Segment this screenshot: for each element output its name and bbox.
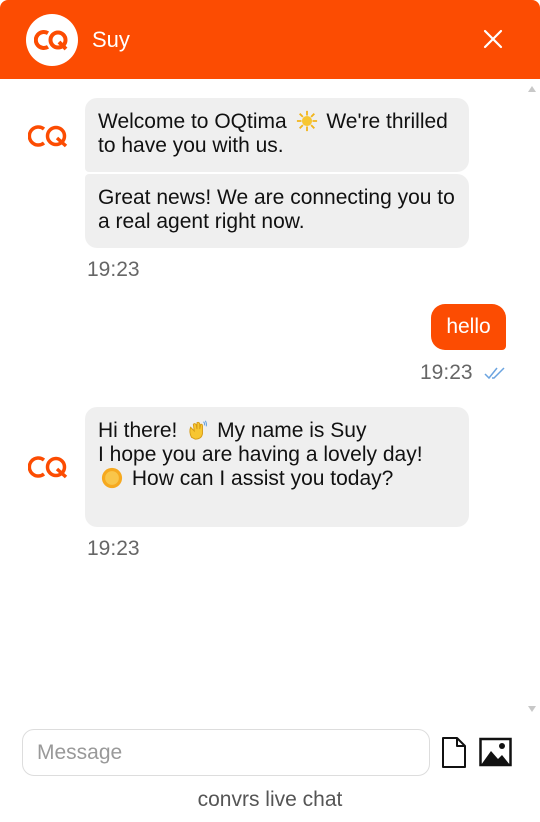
double-check-icon [484,367,505,380]
oq-logo-icon [27,456,68,479]
agent-message: Hi there! My name is Suy I hope you are … [85,407,469,527]
agent-name: Suy [92,27,130,52]
image-icon [479,737,512,767]
user-message: hello [431,304,506,350]
oq-logo-icon [27,125,68,148]
message-timestamp: 19:23 [420,361,473,384]
agent-avatar [27,124,72,148]
message-text: How can I assist you today? [131,467,394,490]
message-text: Hi there! [98,419,178,442]
message-text: Great news! We are connecting you to a r… [98,186,455,233]
agent-message: Great news! We are connecting you to a r… [85,174,469,248]
message-timestamp: 19:23 [87,537,140,560]
message-text: Welcome to OQtima [98,110,287,133]
scroll-down-arrow[interactable] [528,706,536,712]
sun-emoji-icon [296,110,317,132]
agent-message: Welcome to OQtima We're thrilled to have… [85,98,469,172]
file-icon [442,737,466,768]
waving-hand-emoji-icon [189,420,208,440]
scroll-up-arrow[interactable] [528,86,536,92]
message-text: My name is Suy [217,419,367,442]
close-icon [483,29,503,49]
attach-file-button[interactable] [441,736,467,769]
sun-emoji-icon [101,467,123,489]
message-text: I hope you are having a lovely day! [98,443,423,466]
chat-header: Suy [0,0,540,79]
attach-image-button[interactable] [479,737,512,767]
close-button[interactable] [478,24,508,54]
powered-by-label: convrs live chat [197,788,343,811]
message-input[interactable] [22,729,430,776]
brand-logo [26,14,78,66]
oq-logo-icon [34,30,68,51]
message-timestamp: 19:23 [87,258,140,281]
agent-avatar [27,455,72,479]
